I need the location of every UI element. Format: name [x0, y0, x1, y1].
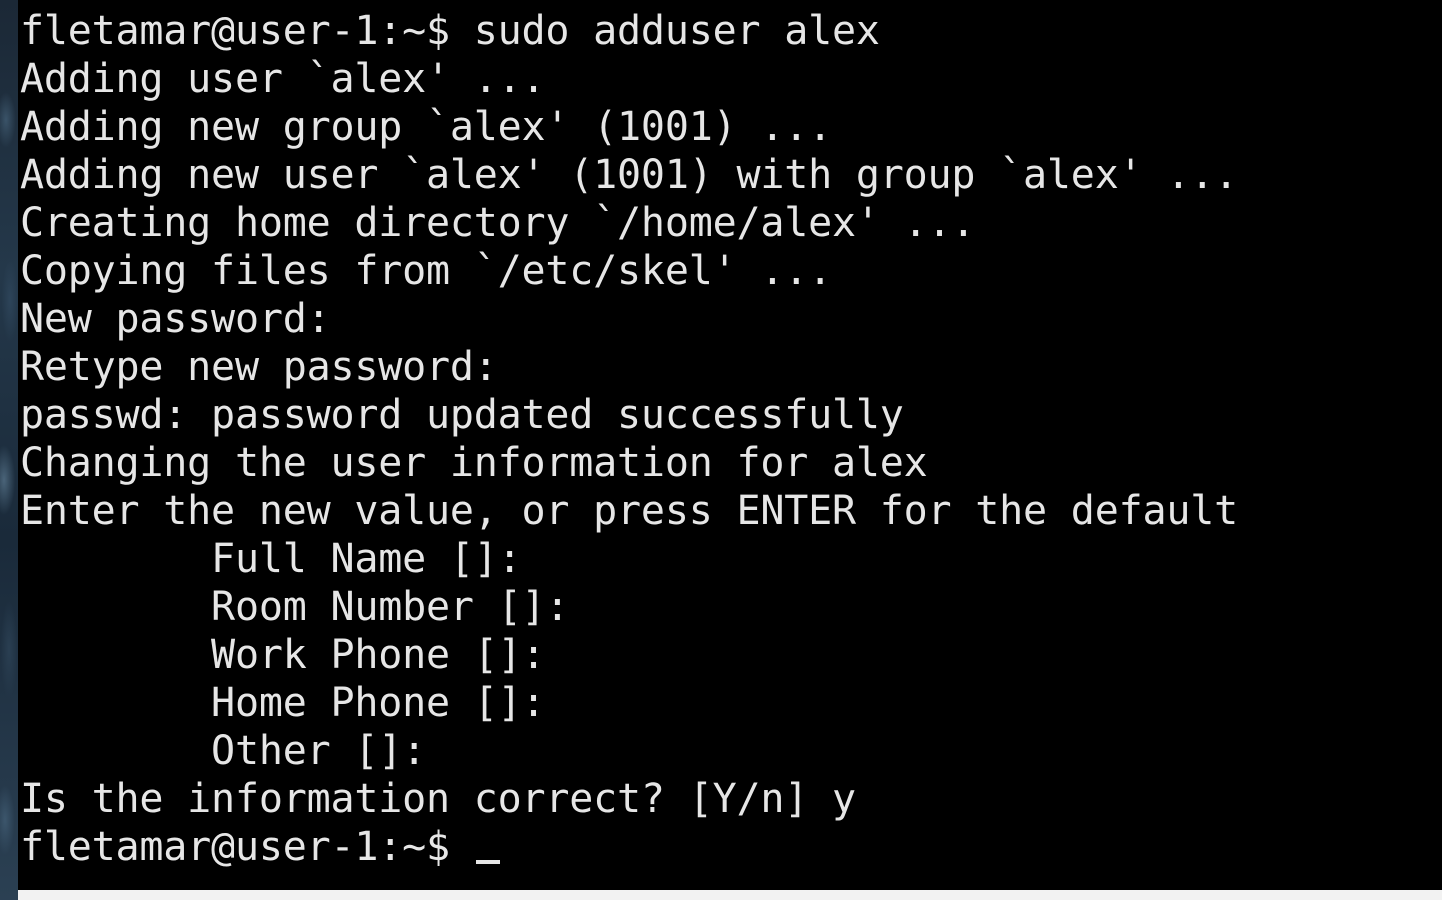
- desktop-wallpaper-edge: [0, 0, 18, 900]
- terminal-line: Adding new group `alex' (1001) ...: [20, 104, 832, 150]
- terminal-line: Creating home directory `/home/alex' ...: [20, 200, 976, 246]
- terminal-prompt-line[interactable]: fletamar@user-1:~$: [20, 823, 500, 871]
- terminal-line: Copying files from `/etc/skel' ...: [20, 248, 832, 294]
- terminal-line: Is the information correct? [Y/n] y: [20, 776, 856, 822]
- terminal-line: Retype new password:: [20, 344, 498, 390]
- terminal-window[interactable]: fletamar@user-1:~$ sudo adduser alex Add…: [18, 0, 1442, 890]
- terminal-line: passwd: password updated successfully: [20, 392, 904, 438]
- terminal-line: Adding user `alex' ...: [20, 56, 546, 102]
- terminal-line: Adding new user `alex' (1001) with group…: [20, 152, 1238, 198]
- terminal-line: Full Name []:: [20, 536, 522, 582]
- shell-prompt: fletamar@user-1:~$: [20, 824, 474, 870]
- text-cursor: [475, 860, 500, 864]
- terminal-line: Home Phone []:: [20, 680, 546, 726]
- terminal-line: Room Number []:: [20, 584, 570, 630]
- terminal-bottom-border: [18, 890, 1442, 900]
- terminal-line: Other []:: [20, 728, 426, 774]
- terminal-line: Changing the user information for alex: [20, 440, 928, 486]
- screen: fletamar@user-1:~$ sudo adduser alex Add…: [0, 0, 1442, 900]
- terminal-line: fletamar@user-1:~$ sudo adduser alex: [20, 8, 880, 54]
- terminal-line: Work Phone []:: [20, 632, 546, 678]
- terminal-line: New password:: [20, 296, 331, 342]
- terminal-line: Enter the new value, or press ENTER for …: [20, 488, 1238, 534]
